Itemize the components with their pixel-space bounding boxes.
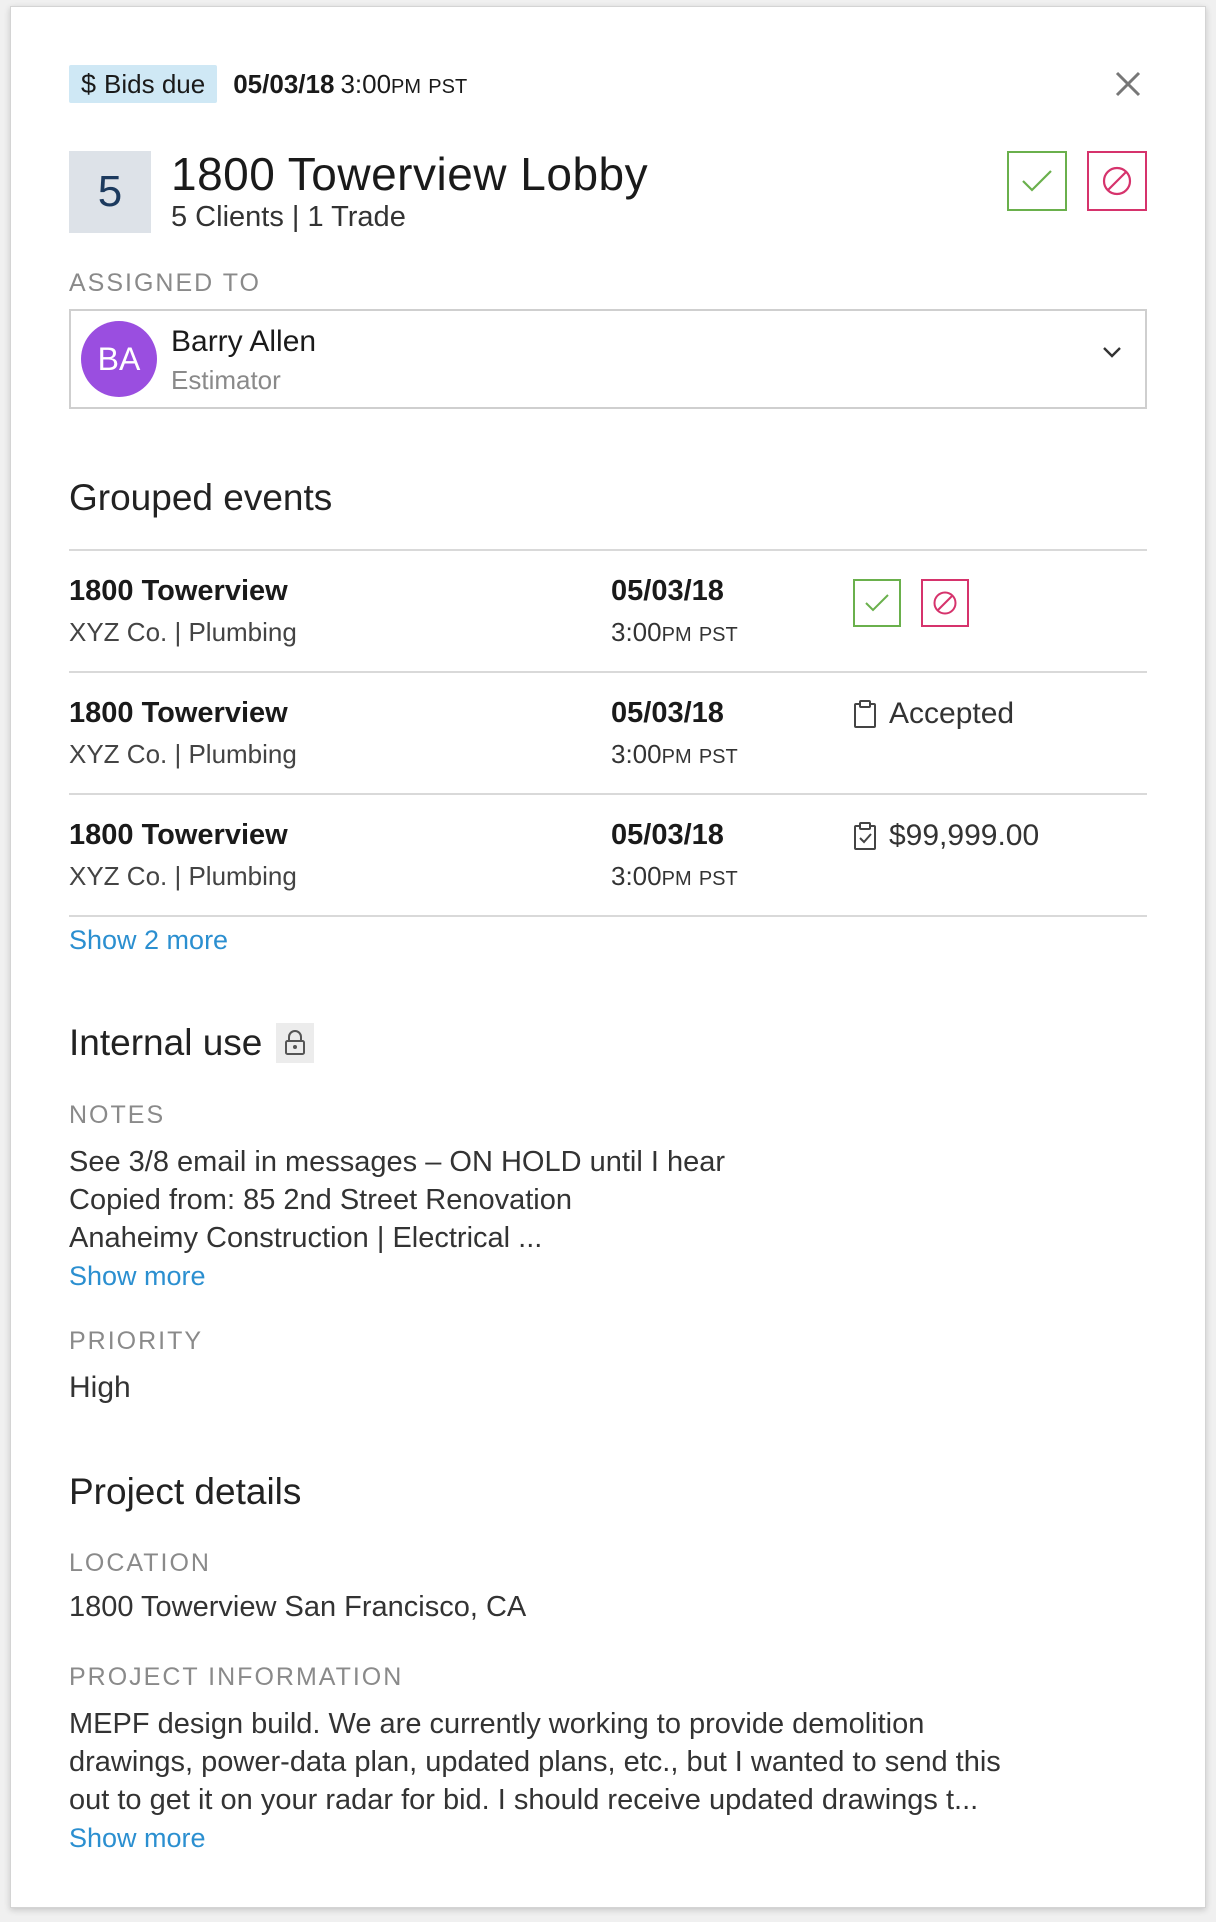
- project-information-label: PROJECT INFORMATION: [69, 1663, 404, 1691]
- event-date: 05/03/18: [611, 575, 724, 607]
- event-client-trade: XYZ Co. | Plumbing: [69, 861, 297, 891]
- project-details-heading: Project details: [69, 1471, 302, 1512]
- internal-use-heading: Internal use: [69, 1022, 315, 1064]
- assignee-name: Barry Allen: [171, 325, 317, 358]
- project-information-text: MEPF design build. We are currently work…: [69, 1708, 1001, 1816]
- event-bid-amount: $99,999.00: [889, 819, 1040, 852]
- location-label: LOCATION: [69, 1549, 211, 1577]
- event-accept-button[interactable]: [853, 579, 901, 627]
- event-time: 3:00PM PST: [611, 861, 738, 891]
- check-icon: [1022, 170, 1052, 192]
- client-count-badge: 5: [69, 151, 151, 233]
- notes-label: NOTES: [69, 1101, 166, 1129]
- show-more-events-link[interactable]: Show 2 more: [69, 925, 228, 956]
- notes-show-more-link[interactable]: Show more: [69, 1261, 206, 1292]
- lock-icon: [276, 1023, 315, 1063]
- avatar: BA: [81, 321, 157, 397]
- project-header: 5 1800 Towerview Lobby 5 Clients | 1 Tra…: [69, 147, 1147, 233]
- event-time: 3:00PM PST: [611, 617, 738, 647]
- accept-button[interactable]: [1007, 151, 1067, 211]
- block-icon: [933, 591, 957, 615]
- assigned-to-label: ASSIGNED TO: [69, 269, 261, 297]
- decline-button[interactable]: [1087, 151, 1147, 211]
- bid-detail-panel: $ Bids due 05/03/18 3:00PM PST 5 1800 To…: [10, 6, 1206, 1908]
- priority-value: High: [69, 1371, 131, 1404]
- internal-use-title: Internal use: [69, 1022, 263, 1063]
- bids-due-label: Bids due: [104, 68, 206, 99]
- bids-due-time: 3:00PM PST: [340, 68, 468, 99]
- dollar-icon: $: [81, 68, 97, 99]
- check-icon: [865, 594, 889, 612]
- bids-due-badge: $ Bids due: [69, 65, 218, 103]
- event-name: 1800 Towerview: [69, 697, 288, 729]
- priority-label: PRIORITY: [69, 1327, 204, 1355]
- chevron-down-icon: [1103, 347, 1121, 358]
- event-client-trade: XYZ Co. | Plumbing: [69, 739, 297, 769]
- event-row[interactable]: 1800 Towerview XYZ Co. | Plumbing 05/03/…: [69, 673, 1147, 795]
- event-decline-button[interactable]: [921, 579, 969, 627]
- event-status-label: Accepted: [889, 697, 1015, 730]
- assignee-role: Estimator: [171, 365, 281, 395]
- location-value: 1800 Towerview San Francisco, CA: [69, 1591, 527, 1623]
- event-row[interactable]: 1800 Towerview XYZ Co. | Plumbing 05/03/…: [69, 551, 1147, 673]
- close-button[interactable]: [1109, 65, 1147, 103]
- event-name: 1800 Towerview: [69, 819, 288, 851]
- notes-text: See 3/8 email in messages – ON HOLD unti…: [69, 1146, 726, 1254]
- grouped-events-heading: Grouped events: [69, 477, 333, 518]
- clipboard-icon: [854, 700, 876, 728]
- event-status: $99,999.00: [853, 819, 1039, 853]
- clipboard-check-icon: [854, 822, 876, 850]
- event-actions: [853, 579, 969, 627]
- block-icon: [1102, 166, 1132, 196]
- event-row[interactable]: 1800 Towerview XYZ Co. | Plumbing 05/03/…: [69, 795, 1147, 917]
- assignee-select[interactable]: BA Barry Allen Estimator: [69, 309, 1147, 409]
- project-info-show-more-link[interactable]: Show more: [69, 1823, 206, 1854]
- project-title: 1800 Towerview Lobby: [171, 148, 649, 200]
- event-date: 05/03/18: [611, 697, 724, 729]
- grouped-events-list: 1800 Towerview XYZ Co. | Plumbing 05/03/…: [69, 549, 1147, 917]
- bids-due-date: 05/03/18: [233, 68, 335, 99]
- event-client-trade: XYZ Co. | Plumbing: [69, 617, 297, 647]
- event-status: Accepted: [853, 697, 1014, 731]
- event-time: 3:00PM PST: [611, 739, 738, 769]
- project-subtitle: 5 Clients | 1 Trade: [171, 201, 406, 233]
- event-name: 1800 Towerview: [69, 575, 288, 607]
- close-icon: [1115, 71, 1141, 97]
- event-date: 05/03/18: [611, 819, 724, 851]
- bids-due-row: $ Bids due 05/03/18 3:00PM PST: [69, 65, 467, 103]
